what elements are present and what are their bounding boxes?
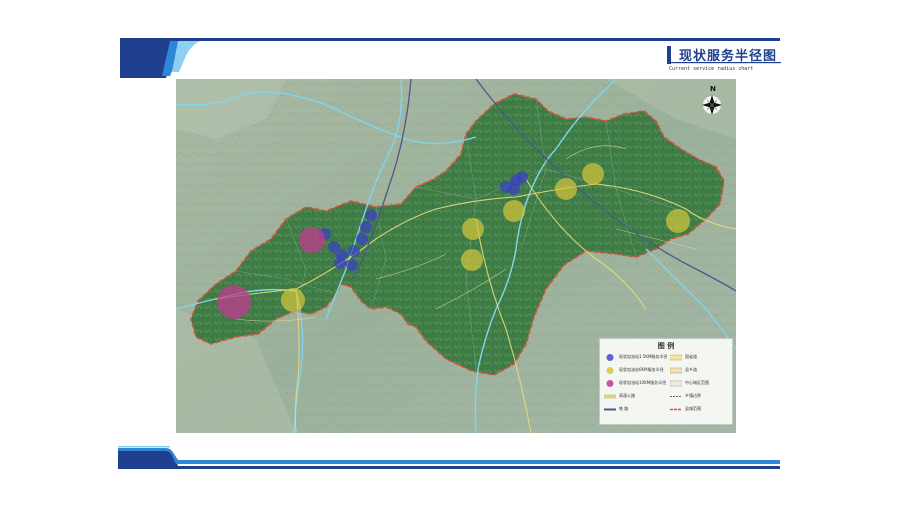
- map-legend: 图 例 现状加油站1.5KM服务半径 现状加油站6KM服务半径 现状加油站10K…: [599, 338, 733, 425]
- county-road-line-icon: [670, 367, 682, 374]
- township-boundary-icon: [670, 396, 682, 397]
- radius-6km-marker: [666, 209, 690, 233]
- radius-1-5km-marker: [516, 171, 528, 183]
- north-label: N: [710, 85, 716, 93]
- legend-item: 县域范围: [670, 405, 730, 414]
- legend-label: 现状加油站1.5KM服务半径: [619, 354, 668, 359]
- radius-10km-marker: [217, 285, 251, 319]
- radius-6km-marker: [582, 163, 604, 185]
- page-title: 现状服务半径图: [679, 49, 778, 64]
- radius-1-5km-marker: [360, 221, 372, 233]
- radius-1-5km-marker: [348, 245, 360, 257]
- yellow-circle-icon: [606, 367, 614, 374]
- radius-1-5km-marker: [508, 183, 520, 195]
- radius-1-5km-marker: [334, 257, 346, 269]
- magenta-circle-icon: [606, 380, 614, 387]
- footer-band: [118, 446, 780, 469]
- radius-1-5km-marker: [356, 233, 368, 245]
- county-boundary-icon: [670, 408, 682, 411]
- radius-6km-marker: [555, 178, 577, 200]
- legend-item: 县乡道: [670, 366, 730, 375]
- legend-label: 铁 路: [619, 406, 629, 411]
- radius-6km-marker: [281, 288, 305, 312]
- highway-line-icon: [604, 394, 616, 399]
- legend-item: 现状加油站6KM服务半径: [604, 366, 666, 375]
- legend-title: 图 例: [657, 342, 675, 350]
- legend-item: 国省道: [670, 353, 730, 362]
- legend-item: 现状加油站10KM服务半径: [604, 379, 666, 388]
- national-road-line-icon: [670, 354, 682, 361]
- legend-item: 铁 路: [604, 405, 666, 414]
- legend-label: 乡镇边界: [685, 393, 701, 398]
- legend-item: 乡镇边界: [670, 392, 730, 401]
- page-subtitle: Current service radius chart: [669, 66, 754, 72]
- urban-area-icon: [670, 380, 682, 387]
- legend-label: 高速公路: [619, 393, 635, 398]
- title-accent-bar: [667, 46, 671, 64]
- legend-label: 中心城区范围: [685, 380, 709, 385]
- legend-label: 现状加油站6KM服务半径: [619, 367, 664, 372]
- radius-10km-marker: [299, 227, 325, 253]
- radius-1-5km-marker: [365, 209, 377, 221]
- legend-item: 现状加油站1.5KM服务半径: [604, 353, 668, 362]
- radius-6km-marker: [461, 249, 483, 271]
- radius-6km-marker: [462, 218, 484, 240]
- blue-circle-icon: [606, 354, 614, 361]
- radius-1-5km-marker: [346, 259, 358, 271]
- legend-label: 国省道: [685, 354, 697, 359]
- legend-label: 县域范围: [685, 406, 701, 411]
- legend-label: 现状加油站10KM服务半径: [619, 380, 667, 385]
- legend-label: 县乡道: [685, 367, 697, 372]
- legend-item: 中心城区范围: [670, 379, 730, 388]
- radius-6km-marker: [503, 200, 525, 222]
- slide: 现状服务半径图 Current service radius chart N 图…: [0, 0, 900, 506]
- legend-item: 高速公路: [604, 392, 666, 401]
- page-title-block: 现状服务半径图: [667, 44, 781, 66]
- railway-line-icon: [604, 408, 616, 411]
